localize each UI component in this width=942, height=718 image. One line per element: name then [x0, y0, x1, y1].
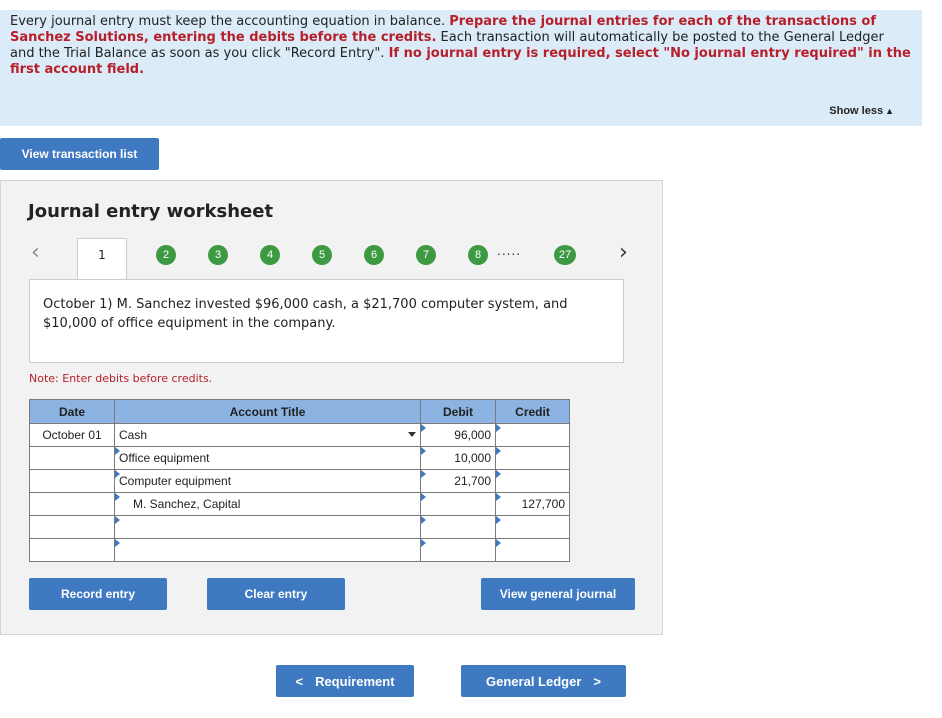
tabs-ellipsis: .....: [497, 244, 522, 258]
triangle-up-icon: ▲: [885, 106, 894, 116]
journal-entry-table: Date Account Title Debit Credit October …: [29, 399, 570, 562]
debits-note: Note: Enter debits before credits.: [29, 372, 213, 385]
transaction-tabs: ‹ 1 2 3 4 5 6 7 8 ..... 27 ›: [1, 236, 664, 281]
tab-transaction-2[interactable]: 2: [156, 245, 176, 265]
show-less-toggle[interactable]: Show less ▲: [829, 103, 894, 119]
credit-input[interactable]: [495, 515, 570, 539]
account-input[interactable]: Computer equipment: [114, 469, 421, 493]
date-cell[interactable]: [29, 446, 115, 470]
chevron-right-icon: >: [593, 673, 601, 689]
table-row: [29, 515, 570, 539]
input-marker-icon: [421, 447, 426, 455]
instructions-banner: Every journal entry must keep the accoun…: [0, 10, 922, 126]
general-ledger-label: General Ledger: [486, 673, 582, 689]
debit-input[interactable]: 96,000: [420, 423, 496, 447]
instructions-text-1: Every journal entry must keep the accoun…: [10, 14, 450, 29]
input-marker-icon: [115, 470, 120, 478]
table-row: Computer equipment 21,700: [29, 469, 570, 493]
date-cell[interactable]: [29, 515, 115, 539]
input-marker-icon: [421, 516, 426, 524]
input-marker-icon: [421, 539, 426, 547]
date-cell[interactable]: [29, 492, 115, 516]
account-input[interactable]: [114, 538, 421, 562]
debit-value: 10,000: [454, 451, 491, 465]
credit-input[interactable]: [495, 538, 570, 562]
debit-input[interactable]: 10,000: [420, 446, 496, 470]
input-marker-icon: [421, 493, 426, 501]
account-value: M. Sanchez, Capital: [133, 497, 241, 511]
account-value: Office equipment: [119, 451, 210, 465]
tab-transaction-27[interactable]: 27: [554, 245, 576, 265]
credit-input[interactable]: 127,700: [495, 492, 570, 516]
clear-entry-button[interactable]: Clear entry: [207, 578, 345, 610]
debit-input[interactable]: [420, 538, 496, 562]
chevron-right-icon[interactable]: ›: [619, 240, 628, 265]
account-value: Cash: [119, 428, 148, 442]
date-cell[interactable]: [29, 469, 115, 493]
record-entry-button[interactable]: Record entry: [29, 578, 167, 610]
view-transaction-list-button[interactable]: View transaction list: [0, 138, 159, 170]
credit-input[interactable]: [495, 423, 570, 447]
account-input[interactable]: [114, 515, 421, 539]
chevron-left-icon: <: [295, 673, 304, 689]
account-select[interactable]: Cash: [114, 423, 421, 447]
date-cell[interactable]: [29, 538, 115, 562]
general-ledger-button[interactable]: General Ledger >: [461, 665, 626, 697]
table-header-row: Date Account Title Debit Credit: [29, 399, 570, 424]
header-debit: Debit: [420, 399, 496, 424]
input-marker-icon: [496, 493, 501, 501]
table-row: [29, 538, 570, 562]
dropdown-arrow-icon[interactable]: [408, 432, 416, 437]
transaction-description: October 1) M. Sanchez invested $96,000 c…: [29, 279, 624, 363]
tab-transaction-6[interactable]: 6: [364, 245, 384, 265]
input-marker-icon: [496, 539, 501, 547]
account-input[interactable]: Office equipment: [114, 446, 421, 470]
header-credit: Credit: [495, 399, 570, 424]
requirement-label: Requirement: [315, 673, 395, 689]
input-marker-icon: [496, 516, 501, 524]
table-row: M. Sanchez, Capital 127,700: [29, 492, 570, 516]
debit-value: 21,700: [454, 474, 491, 488]
show-less-label: Show less: [829, 105, 884, 117]
journal-entry-worksheet: Journal entry worksheet ‹ 1 2 3 4 5 6 7 …: [0, 180, 663, 635]
input-marker-icon: [421, 470, 426, 478]
header-date: Date: [29, 399, 115, 424]
tab-transaction-3[interactable]: 3: [208, 245, 228, 265]
credit-input[interactable]: [495, 469, 570, 493]
input-marker-icon: [496, 470, 501, 478]
chevron-left-icon[interactable]: ‹: [31, 240, 40, 265]
input-marker-icon: [115, 493, 120, 501]
input-marker-icon: [496, 424, 501, 432]
input-marker-icon: [496, 447, 501, 455]
debit-input[interactable]: 21,700: [420, 469, 496, 493]
table-row: Office equipment 10,000: [29, 446, 570, 470]
debit-input[interactable]: [420, 492, 496, 516]
tab-transaction-7[interactable]: 7: [416, 245, 436, 265]
credit-input[interactable]: [495, 446, 570, 470]
input-marker-icon: [115, 447, 120, 455]
tab-transaction-8[interactable]: 8: [468, 245, 488, 265]
view-general-journal-button[interactable]: View general journal: [481, 578, 635, 610]
tab-transaction-4[interactable]: 4: [260, 245, 280, 265]
date-cell[interactable]: October 01: [29, 423, 115, 447]
tab-transaction-1[interactable]: 1: [77, 238, 127, 280]
requirement-button[interactable]: < Requirement: [276, 665, 414, 697]
credit-value: 127,700: [521, 497, 565, 511]
tab-transaction-5[interactable]: 5: [312, 245, 332, 265]
header-account-title: Account Title: [114, 399, 421, 424]
debit-input[interactable]: [420, 515, 496, 539]
table-row: October 01 Cash 96,000: [29, 423, 570, 447]
input-marker-icon: [421, 424, 426, 432]
worksheet-title: Journal entry worksheet: [28, 201, 274, 222]
input-marker-icon: [115, 516, 120, 524]
debit-value: 96,000: [454, 428, 491, 442]
account-input[interactable]: M. Sanchez, Capital: [114, 492, 421, 516]
input-marker-icon: [115, 539, 120, 547]
account-value: Computer equipment: [119, 474, 232, 488]
